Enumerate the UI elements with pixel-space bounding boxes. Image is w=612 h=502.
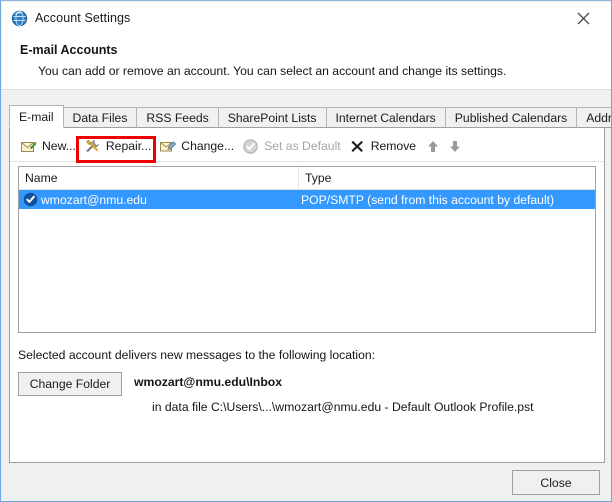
change-button-label: Change... xyxy=(181,139,235,153)
page-title: E-mail Accounts xyxy=(20,43,118,57)
account-name-cell: wmozart@nmu.edu xyxy=(41,192,147,207)
tab-email[interactable]: E-mail xyxy=(9,105,64,128)
outlook-globe-icon xyxy=(11,10,28,27)
delivery-data-file: in data file C:\Users\...\wmozart@nmu.ed… xyxy=(152,400,534,414)
tab-published-calendars[interactable]: Published Calendars xyxy=(444,107,578,128)
set-as-default-button[interactable]: Set as Default xyxy=(240,135,347,157)
new-mail-icon xyxy=(20,138,37,155)
column-header-name[interactable]: Name xyxy=(19,167,299,189)
page-subtitle: You can add or remove an account. You ca… xyxy=(38,64,507,78)
title-bar: Account Settings xyxy=(2,2,611,35)
accounts-list[interactable]: Name Type wmozart@nmu.edu POP/SMTP (send… xyxy=(18,166,596,333)
tab-data-files[interactable]: Data Files xyxy=(62,107,138,128)
accounts-toolbar: New... Repair... Change... Set as Defaul… xyxy=(10,132,604,160)
header-divider xyxy=(1,89,611,90)
set-as-default-label: Set as Default xyxy=(264,139,341,153)
email-tab-panel: New... Repair... Change... Set as Defaul… xyxy=(9,127,605,463)
new-button-label: New... xyxy=(42,139,76,153)
window-title: Account Settings xyxy=(35,11,131,25)
repair-button-label: Repair... xyxy=(105,139,152,153)
close-button[interactable]: Close xyxy=(512,470,600,495)
table-row[interactable]: wmozart@nmu.edu POP/SMTP (send from this… xyxy=(19,190,595,209)
dialog-footer: Close xyxy=(2,464,611,501)
change-account-icon xyxy=(159,138,177,155)
toolbar-divider xyxy=(10,161,604,162)
remove-button-label: Remove xyxy=(370,139,417,153)
tab-address-books[interactable]: Address Books xyxy=(576,107,611,128)
new-button[interactable]: New... xyxy=(18,135,82,157)
remove-button[interactable]: Remove xyxy=(347,135,422,157)
tab-rss-feeds[interactable]: RSS Feeds xyxy=(136,107,219,128)
arrow-down-icon xyxy=(450,140,461,152)
account-type-cell: POP/SMTP (send from this account by defa… xyxy=(301,192,555,207)
change-folder-button[interactable]: Change Folder xyxy=(18,372,122,396)
close-icon[interactable] xyxy=(562,2,604,34)
arrow-up-icon xyxy=(428,140,439,152)
column-header-type[interactable]: Type xyxy=(299,167,595,189)
account-settings-dialog: Account Settings E-mail Accounts You can… xyxy=(0,0,612,502)
check-circle-icon xyxy=(242,138,259,155)
accounts-list-header: Name Type xyxy=(19,167,595,190)
check-circle-icon xyxy=(22,191,39,208)
move-up-button[interactable] xyxy=(422,135,444,157)
repair-tools-icon xyxy=(84,138,101,155)
change-button[interactable]: Change... xyxy=(157,135,240,157)
move-down-button[interactable] xyxy=(444,135,466,157)
dialog-header: E-mail Accounts You can add or remove an… xyxy=(2,35,611,90)
tab-internet-calendars[interactable]: Internet Calendars xyxy=(325,107,446,128)
remove-x-icon xyxy=(349,138,366,155)
repair-button[interactable]: Repair... xyxy=(82,135,157,157)
delivery-location-label: Selected account delivers new messages t… xyxy=(18,348,376,362)
tab-sharepoint-lists[interactable]: SharePoint Lists xyxy=(217,107,327,128)
tab-strip: E-mail Data Files RSS Feeds SharePoint L… xyxy=(9,105,611,128)
delivery-folder-path: wmozart@nmu.edu\Inbox xyxy=(134,375,282,389)
